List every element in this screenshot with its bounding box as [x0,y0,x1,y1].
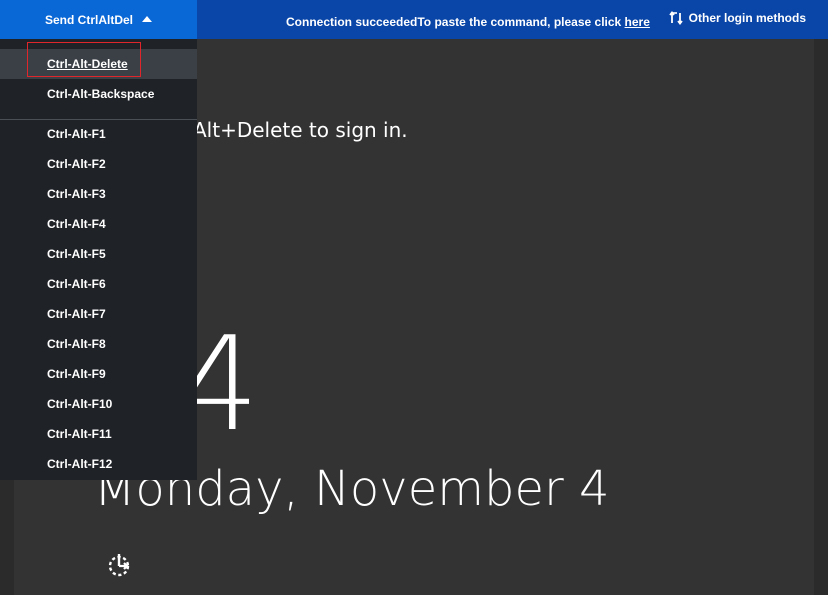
menu-item-ctrl-alt-backspace[interactable]: Ctrl-Alt-Backspace [0,79,197,109]
menu-item-ctrl-alt-f12[interactable]: Ctrl-Alt-F12 [0,449,197,479]
connection-status: Connection succeededTo paste the command… [286,15,650,29]
menu-item-label: Ctrl-Alt-F12 [47,457,113,471]
menu-item-label: Ctrl-Alt-F7 [47,307,106,321]
ease-of-access-icon[interactable] [105,551,133,579]
caret-up-icon [142,15,152,22]
other-login-methods-label: Other login methods [688,11,806,25]
signin-hint: Alt+Delete to sign in. [193,118,408,142]
menu-item-label: Ctrl-Alt-F5 [47,247,106,261]
menu-item-ctrl-alt-f6[interactable]: Ctrl-Alt-F6 [0,269,197,299]
menu-item-ctrl-alt-f1[interactable]: Ctrl-Alt-F1 [0,119,197,149]
menu-item-label: Ctrl-Alt-F11 [47,427,112,441]
menu-item-ctrl-alt-f8[interactable]: Ctrl-Alt-F8 [0,329,197,359]
menu-item-label: Ctrl-Alt-Backspace [47,87,155,101]
menu-item-ctrl-alt-f5[interactable]: Ctrl-Alt-F5 [0,239,197,269]
ctrl-alt-del-dropdown-menu: Ctrl-Alt-Delete Ctrl-Alt-Backspace Ctrl-… [0,39,197,480]
menu-item-label: Ctrl-Alt-F3 [47,187,106,201]
send-ctrl-alt-del-button[interactable]: Send CtrlAltDel [0,0,197,39]
menu-item-label: Ctrl-Alt-F4 [47,217,106,231]
menu-item-label: Ctrl-Alt-F6 [47,277,106,291]
paste-command-link[interactable]: here [625,15,650,29]
menu-item-label: Ctrl-Alt-F8 [47,337,106,351]
send-ctrl-alt-del-label: Send CtrlAltDel [44,12,133,27]
menu-item-ctrl-alt-f4[interactable]: Ctrl-Alt-F4 [0,209,197,239]
switch-user-icon [668,11,683,25]
menu-item-label: Ctrl-Alt-F9 [47,367,106,381]
menu-item-ctrl-alt-f10[interactable]: Ctrl-Alt-F10 [0,389,197,419]
menu-item-ctrl-alt-f2[interactable]: Ctrl-Alt-F2 [0,149,197,179]
menu-item-label: Ctrl-Alt-F2 [47,157,106,171]
connection-status-text: Connection succeededTo paste the command… [286,15,625,29]
menu-item-ctrl-alt-f7[interactable]: Ctrl-Alt-F7 [0,299,197,329]
menu-item-label: Ctrl-Alt-F10 [47,397,113,411]
menu-item-ctrl-alt-f3[interactable]: Ctrl-Alt-F3 [0,179,197,209]
other-login-methods-button[interactable]: Other login methods [668,11,806,25]
menu-item-label: Ctrl-Alt-F1 [47,127,106,141]
menu-item-ctrl-alt-f11[interactable]: Ctrl-Alt-F11 [0,419,197,449]
menu-item-ctrl-alt-f9[interactable]: Ctrl-Alt-F9 [0,359,197,389]
menu-item-ctrl-alt-delete[interactable]: Ctrl-Alt-Delete [0,49,197,79]
remote-desktop-window: Alt+Delete to sign in. 24 Monday, Novemb… [0,0,828,595]
menu-item-label: Ctrl-Alt-Delete [47,57,128,71]
top-toolbar: Send CtrlAltDel Connection succeededTo p… [0,0,828,39]
